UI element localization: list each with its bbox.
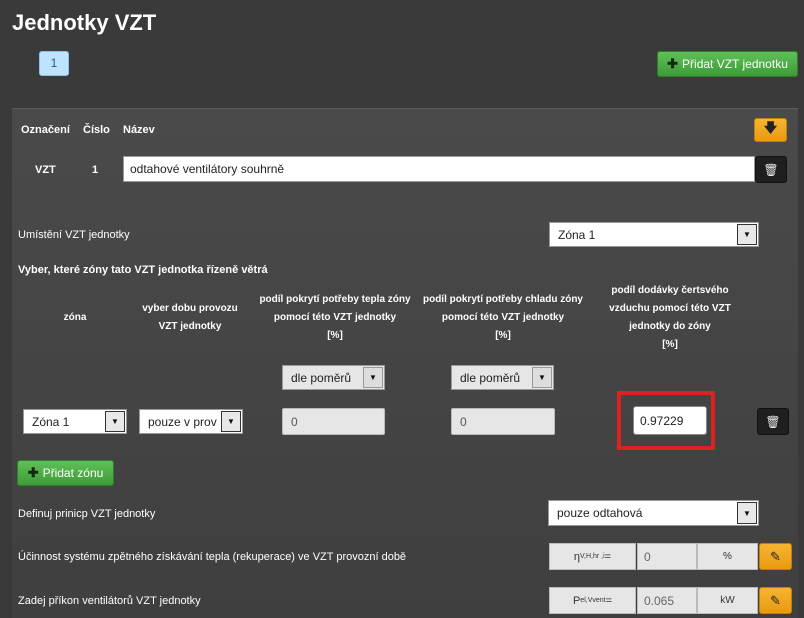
cool-share-input[interactable]: 0 (451, 408, 555, 435)
chevron-down-icon: ▼ (737, 224, 757, 245)
add-unit-label: Přidat VZT jednotku (682, 57, 788, 71)
delete-unit-button[interactable]: 🗑 (755, 156, 787, 183)
edit-icon: ✎ (770, 592, 781, 608)
chevron-down-icon: ▼ (105, 411, 125, 432)
operation-value: pouze v prov (148, 414, 217, 429)
ratio-teplo-select[interactable]: dle poměrů ▼ (282, 365, 385, 390)
efficiency-input[interactable]: 0 (637, 543, 697, 570)
fan-power-label: Zadej příkon ventilátorů VZT jednotky (18, 595, 201, 607)
col-dodavka: podíl dodávky čertsvého vzduchu pomocí té… (609, 285, 731, 350)
heat-share-input[interactable]: 0 (282, 408, 385, 435)
page-title: Jednotky VZT (12, 10, 157, 35)
page-button-1[interactable]: 1 (39, 51, 69, 76)
header-nazev: Název (123, 124, 155, 136)
chevron-down-icon: ▼ (532, 367, 552, 388)
ratio-chlad-select[interactable]: dle poměrů ▼ (451, 365, 554, 390)
ratio-teplo-value: dle poměrů (291, 370, 352, 385)
unit-panel (12, 108, 798, 618)
fan-power-input[interactable]: 0.065 (637, 587, 697, 614)
ratio-chlad-value: dle poměrů (460, 370, 521, 385)
zone-select[interactable]: Zóna 1 ▼ (23, 409, 127, 434)
placement-label: Umístění VZT jednotky (18, 229, 130, 241)
unit-name-input[interactable]: odtahové ventilátory souhrně (123, 156, 755, 182)
arrow-down-icon: 🡇 (763, 120, 778, 135)
col-chlad: podíl pokrytí potřeby chladu zóny pomocí … (422, 294, 583, 341)
principle-label: Definuj prinicp VZT jednotky (18, 508, 156, 520)
col-doba: vyber dobu provozu VZT jednotky (142, 303, 238, 332)
add-unit-button[interactable]: ✚ Přidat VZT jednotku (657, 51, 798, 77)
trash-icon: 🗑 (765, 414, 781, 429)
chevron-down-icon: ▼ (221, 411, 241, 432)
col-zona: zóna (63, 312, 87, 323)
placement-value: Zóna 1 (558, 227, 596, 242)
efficiency-unit: % (697, 543, 758, 570)
edit-icon: ✎ (770, 548, 781, 564)
plus-icon: ✚ (27, 465, 39, 480)
principle-value: pouze odtahová (557, 506, 643, 520)
air-share-input[interactable]: 0.97229 (633, 406, 707, 435)
fan-power-unit: kW (697, 587, 758, 614)
efficiency-label: Účinnost systému zpětného získávání tepl… (18, 551, 407, 563)
zone-value: Zóna 1 (32, 414, 70, 429)
chevron-down-icon: ▼ (737, 502, 757, 524)
placement-select[interactable]: Zóna 1 ▼ (549, 222, 759, 247)
unit-oznaceni: VZT (35, 164, 56, 176)
add-zone-label: Přidat zónu (42, 466, 104, 480)
header-cislo: Číslo (83, 124, 110, 136)
unit-cislo: 1 (92, 164, 99, 176)
efficiency-symbol: η V,H,hr ,i = (549, 543, 636, 570)
operation-select[interactable]: pouze v prov ▼ (139, 409, 243, 434)
fan-power-symbol: Pel,Vvent = (549, 587, 636, 614)
delete-zone-button[interactable]: 🗑 (757, 408, 789, 435)
fan-power-edit-button[interactable]: ✎ (759, 587, 792, 614)
efficiency-edit-button[interactable]: ✎ (759, 543, 792, 570)
chevron-down-icon: ▼ (363, 367, 383, 388)
principle-select[interactable]: pouze odtahová ▼ (548, 500, 759, 526)
add-zone-button[interactable]: ✚ Přidat zónu (17, 460, 114, 486)
plus-icon: ✚ (667, 56, 679, 71)
zones-heading: Vyber, které zóny tato VZT jednotka říze… (18, 264, 268, 276)
header-oznaceni: Označení (21, 124, 70, 136)
trash-icon: 🗑 (763, 162, 779, 177)
collapse-button[interactable]: 🡇 (754, 118, 787, 142)
col-teplo: podíl pokrytí potřeby tepla zóny pomocí t… (259, 294, 411, 341)
